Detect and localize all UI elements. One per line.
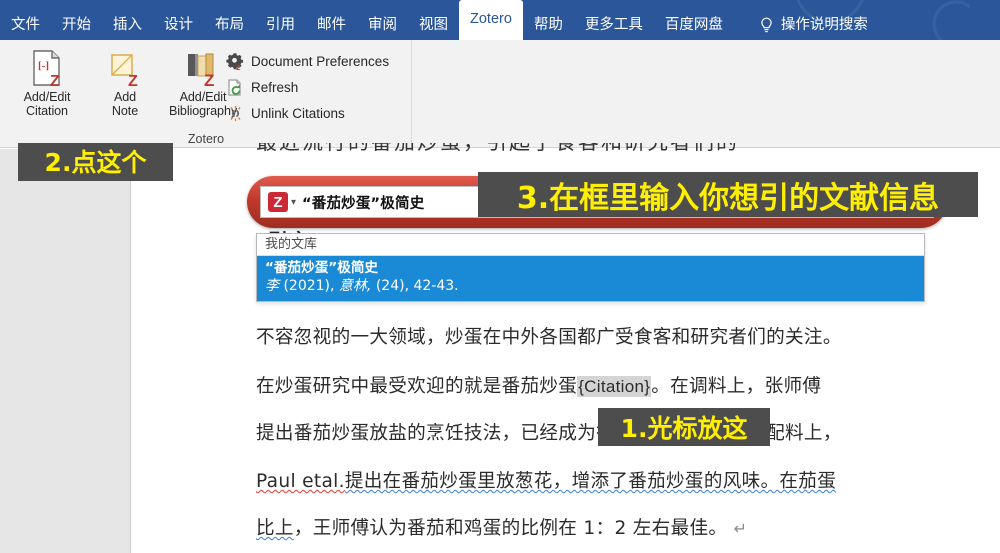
ribbon-tab-more-tools[interactable]: 更多工具: [574, 10, 654, 40]
dropdown-result-year: (2021),: [283, 278, 335, 294]
citation-placeholder-field[interactable]: {Citation}: [577, 376, 652, 397]
zotero-library-dropdown[interactable]: 我的文库 “番茄炒蛋”极简史 李 (2021), 意林, (24), 42-43…: [256, 233, 925, 302]
ribbon-tab-zotero[interactable]: Zotero: [459, 0, 523, 40]
dropdown-result-issue: (24),: [375, 278, 410, 294]
paragraph-6-text: ，王师傅认为番茄和鸡蛋的比例在 1：2 左右最佳。: [293, 518, 728, 539]
dropdown-result-pages: 42-43.: [413, 278, 459, 294]
add-edit-citation-button[interactable]: [-] Z Add/Edit Citation: [8, 46, 86, 118]
ribbon-tab-kaishi[interactable]: 开始: [51, 10, 102, 40]
word-window: 文件 开始 插入 设计 布局 引用 邮件 审阅 视图 Zotero 帮助 更多工…: [0, 0, 1000, 553]
refresh-icon: [226, 78, 245, 97]
document-paragraph-5: Paul etal.提出在番茄炒蛋里放葱花，增添了番茄炒蛋的风味。在茄蛋: [256, 466, 968, 493]
ribbon-tab-wenjian[interactable]: 文件: [0, 10, 51, 40]
dropdown-result-title: “番茄炒蛋”极简史: [265, 260, 379, 276]
annotation-step-1: 1.光标放这: [598, 408, 770, 446]
ribbon-tab-shenyue[interactable]: 审阅: [357, 10, 408, 40]
citation-chip-label[interactable]: “番茄炒蛋”极简史: [302, 192, 424, 213]
add-edit-citation-label-2: Citation: [26, 104, 68, 118]
ribbon-big-button-row: [-] Z Add/Edit Citation Z Add Note Z Add…: [8, 46, 242, 118]
document-paragraph-2: 不容忽视的一大领域，炒蛋在中外各国都广受食客和研究者们的关注。: [256, 327, 842, 348]
document-left-margin: [0, 149, 131, 553]
tell-me-search[interactable]: 操作说明搜索: [748, 10, 879, 40]
unlink-citations-button[interactable]: Unlink Citations: [226, 100, 389, 126]
ribbon-tab-bangzhu[interactable]: 帮助: [523, 10, 574, 40]
annotation-step-3: 3.在框里输入你想引的文献信息: [478, 172, 978, 217]
svg-text:Z: Z: [204, 71, 214, 89]
add-note-label-2: Note: [111, 104, 139, 118]
clipped-top-text: 最近流行的番茄炒蛋，引起了食客和研究者们的: [256, 143, 876, 153]
svg-text:Z: Z: [128, 73, 138, 89]
paragraph-3-text-after: 。在调料上，张师傅: [651, 376, 822, 397]
ribbon-tab-shitu[interactable]: 视图: [408, 10, 459, 40]
add-edit-citation-icon: [-] Z: [8, 48, 86, 90]
ribbon-tab-buju[interactable]: 布局: [204, 10, 255, 40]
misspelled-author-name: Paul etal.: [256, 471, 345, 492]
refresh-label: Refresh: [251, 79, 299, 95]
paragraph-5-text: 提出在番茄炒蛋里放葱花，增添了番茄炒蛋的风味。在茄蛋: [344, 471, 837, 492]
document-preferences-button[interactable]: z Document Preferences: [226, 48, 389, 74]
document-preferences-label: Document Preferences: [251, 53, 390, 69]
dropdown-result-journal: 意林,: [338, 278, 372, 294]
grammar-flag-text: 比上: [256, 518, 294, 539]
svg-text:Z: Z: [50, 73, 60, 89]
unlink-citations-label: Unlink Citations: [251, 105, 345, 121]
ribbon-body: [-] Z Add/Edit Citation Z Add Note Z Add…: [0, 40, 1000, 148]
annotation-step-2: 2.点这个: [18, 143, 173, 181]
add-note-icon: Z: [86, 48, 164, 90]
chevron-down-icon[interactable]: ▾: [291, 197, 296, 208]
unlink-icon: [226, 104, 245, 123]
add-edit-citation-label-1: Add/Edit: [23, 90, 71, 104]
ribbon-tab-yinyong[interactable]: 引用: [255, 10, 306, 40]
document-paragraph-3: 在炒蛋研究中最受欢迎的就是番茄炒蛋{Citation}。在调料上，张师傅: [256, 371, 968, 398]
dropdown-library-header: 我的文库: [257, 234, 924, 256]
ribbon-group-zotero: [-] Z Add/Edit Citation Z Add Note Z Add…: [0, 40, 412, 148]
ribbon-tab-bar: 文件 开始 插入 设计 布局 引用 邮件 审阅 视图 Zotero 帮助 更多工…: [0, 0, 1000, 40]
paragraph-3-text-before: 在炒蛋研究中最受欢迎的就是番茄炒蛋: [256, 376, 578, 397]
refresh-button[interactable]: Refresh: [226, 74, 389, 100]
paragraph-mark-icon: ↵: [733, 519, 748, 538]
document-clipped-top-line: 最近流行的番茄炒蛋，引起了食客和研究者们的: [256, 143, 876, 157]
ribbon-small-button-column: z Document Preferences Refresh Unlink Ci…: [226, 48, 389, 126]
document-paragraph-6: 比上，王师傅认为番茄和鸡蛋的比例在 1：2 左右最佳。 ↵: [256, 513, 968, 540]
gear-z-icon: z: [226, 52, 245, 71]
ribbon-tab-sheji[interactable]: 设计: [153, 10, 204, 40]
zotero-logo-icon: Z: [268, 192, 288, 212]
dropdown-result-author: 李: [265, 278, 279, 294]
tell-me-label: 操作说明搜索: [780, 17, 868, 33]
svg-text:[-]: [-]: [38, 60, 49, 72]
dropdown-result-item[interactable]: “番茄炒蛋”极简史 李 (2021), 意林, (24), 42-43.: [257, 256, 924, 301]
dropdown-result-meta: 李 (2021), 意林, (24), 42-43.: [265, 277, 916, 295]
ribbon-tab-baidu-netdisk[interactable]: 百度网盘: [654, 10, 734, 40]
add-note-label-1: Add: [113, 90, 137, 104]
add-note-button[interactable]: Z Add Note: [86, 46, 164, 118]
ribbon-tab-charu[interactable]: 插入: [102, 10, 153, 40]
lightbulb-icon: [761, 17, 772, 32]
ribbon-tab-youjian[interactable]: 邮件: [306, 10, 357, 40]
svg-text:z: z: [236, 62, 241, 71]
